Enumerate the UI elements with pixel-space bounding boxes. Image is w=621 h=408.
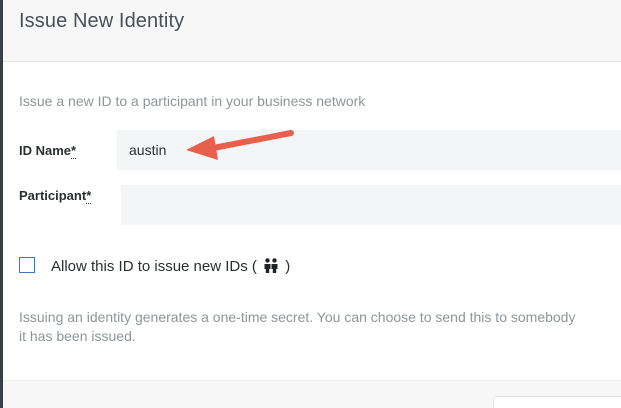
- issue-identity-dialog: Issue New Identity Issue a new ID to a p…: [0, 0, 621, 408]
- dialog-title: Issue New Identity: [19, 10, 185, 32]
- allow-issue-label-close: ): [285, 258, 291, 275]
- intro-text: Issue a new ID to a participant in your …: [19, 93, 366, 109]
- footer-button[interactable]: [493, 396, 621, 408]
- allow-issue-checkbox[interactable]: [19, 257, 35, 273]
- people-icon: [263, 258, 279, 277]
- id-name-label: ID Name*: [19, 143, 77, 159]
- id-name-label-text: ID Name: [19, 143, 72, 158]
- secret-note: Issuing an identity generates a one-time…: [19, 308, 621, 346]
- arrow-icon: [186, 130, 294, 160]
- required-marker: *: [71, 143, 77, 159]
- participant-label: Participant*: [19, 188, 92, 204]
- allow-issue-label[interactable]: Allow this ID to issue new IDs ( ): [51, 258, 290, 277]
- participant-input[interactable]: [121, 185, 621, 225]
- secret-note-line: Issuing an identity generates a one-time…: [19, 309, 576, 325]
- allow-issue-label-text: Allow this ID to issue new IDs (: [51, 258, 257, 275]
- participant-label-text: Participant: [19, 188, 87, 203]
- secret-note-line: it has been issued.: [19, 328, 136, 344]
- required-marker: *: [86, 188, 92, 204]
